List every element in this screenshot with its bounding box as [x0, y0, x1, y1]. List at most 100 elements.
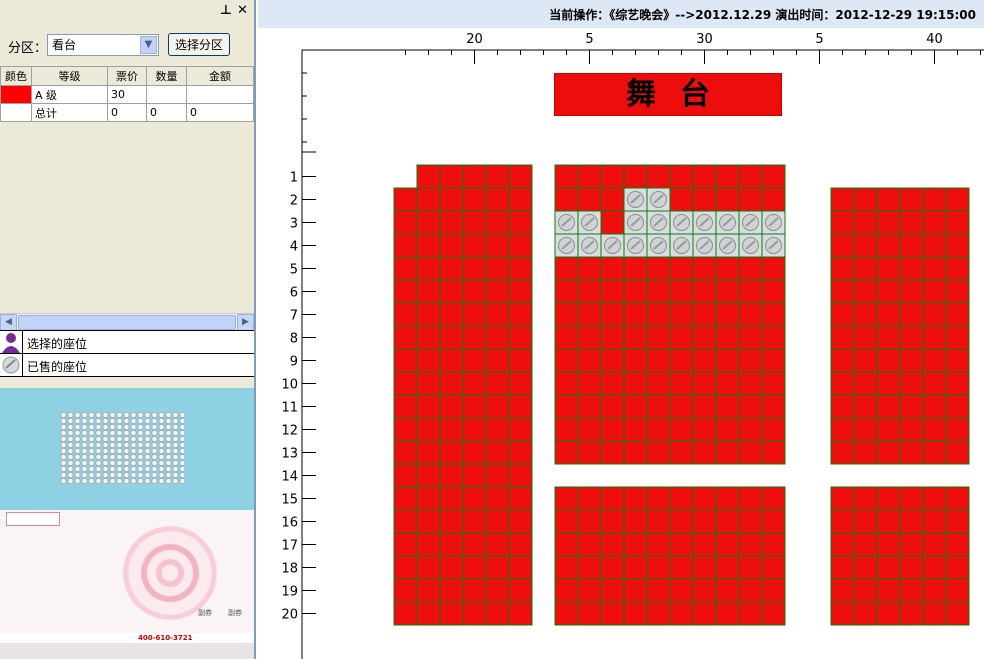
seat-available[interactable]	[508, 164, 533, 189]
seat-available[interactable]	[738, 509, 763, 534]
seat-available[interactable]	[922, 256, 947, 281]
seat-available[interactable]	[462, 233, 487, 258]
seat-available[interactable]	[922, 187, 947, 212]
grid-header-level[interactable]: 等级	[31, 66, 108, 86]
seat-available[interactable]	[761, 256, 786, 281]
seat-available[interactable]	[715, 601, 740, 626]
seat-available[interactable]	[853, 325, 878, 350]
seat-available[interactable]	[692, 279, 717, 304]
seat-available[interactable]	[554, 532, 579, 557]
seat-available[interactable]	[922, 532, 947, 557]
seat-available[interactable]	[761, 601, 786, 626]
seat-available[interactable]	[876, 555, 901, 580]
seat-available[interactable]	[508, 509, 533, 534]
grid-header-color[interactable]: 颜色	[0, 66, 32, 86]
seat-available[interactable]	[922, 325, 947, 350]
seat-available[interactable]	[899, 371, 924, 396]
seat-available[interactable]	[922, 233, 947, 258]
seat-available[interactable]	[577, 371, 602, 396]
seat-available[interactable]	[577, 279, 602, 304]
seat-available[interactable]	[439, 463, 464, 488]
seat-available[interactable]	[508, 486, 533, 511]
seat-available[interactable]	[876, 256, 901, 281]
seat-available[interactable]	[692, 440, 717, 465]
seat-available[interactable]	[945, 187, 970, 212]
seat-available[interactable]	[876, 578, 901, 603]
seat-available[interactable]	[416, 463, 441, 488]
pin-icon[interactable]: ⊥	[220, 3, 232, 18]
seat-available[interactable]	[577, 532, 602, 557]
seat-available[interactable]	[830, 325, 855, 350]
seat-available[interactable]	[439, 509, 464, 534]
seat-available[interactable]	[393, 440, 418, 465]
table-row[interactable]: A 级 30	[0, 85, 254, 104]
seat-available[interactable]	[761, 279, 786, 304]
seat-available[interactable]	[577, 348, 602, 373]
seat-available[interactable]	[715, 578, 740, 603]
seat-available[interactable]	[945, 302, 970, 327]
seat-available[interactable]	[554, 348, 579, 373]
scrollbar-thumb[interactable]	[18, 315, 236, 330]
seat-available[interactable]	[623, 279, 648, 304]
seat-available[interactable]	[554, 302, 579, 327]
seat-available[interactable]	[623, 371, 648, 396]
seat-available[interactable]	[554, 509, 579, 534]
seat-available[interactable]	[462, 210, 487, 235]
ad-banner[interactable]: 副券 副券 400-610-3721	[0, 510, 254, 659]
seat-available[interactable]	[922, 394, 947, 419]
seat-available[interactable]	[600, 601, 625, 626]
seat-available[interactable]	[393, 371, 418, 396]
seat-available[interactable]	[623, 417, 648, 442]
seat-available[interactable]	[416, 164, 441, 189]
seat-available[interactable]	[508, 256, 533, 281]
seat-available[interactable]	[623, 486, 648, 511]
seat-available[interactable]	[646, 394, 671, 419]
seat-available[interactable]	[830, 486, 855, 511]
seat-available[interactable]	[669, 440, 694, 465]
seat-available[interactable]	[508, 578, 533, 603]
seat-available[interactable]	[416, 279, 441, 304]
seat-available[interactable]	[623, 532, 648, 557]
seat-available[interactable]	[646, 440, 671, 465]
seat-available[interactable]	[508, 555, 533, 580]
seat-available[interactable]	[899, 210, 924, 235]
seat-available[interactable]	[623, 256, 648, 281]
seat-available[interactable]	[439, 348, 464, 373]
seat-available[interactable]	[899, 417, 924, 442]
seat-available[interactable]	[646, 371, 671, 396]
seat-available[interactable]	[761, 440, 786, 465]
seat-available[interactable]	[830, 601, 855, 626]
seat-available[interactable]	[485, 325, 510, 350]
seat-available[interactable]	[485, 578, 510, 603]
seat-available[interactable]	[416, 417, 441, 442]
seat-available[interactable]	[715, 256, 740, 281]
seat-available[interactable]	[669, 348, 694, 373]
seat-available[interactable]	[669, 164, 694, 189]
seat-available[interactable]	[876, 348, 901, 373]
seat-available[interactable]	[899, 578, 924, 603]
seat-available[interactable]	[738, 578, 763, 603]
seat-available[interactable]	[945, 440, 970, 465]
seat-available[interactable]	[853, 486, 878, 511]
seat-available[interactable]	[830, 509, 855, 534]
seat-available[interactable]	[922, 578, 947, 603]
seat-available[interactable]	[922, 601, 947, 626]
seat-available[interactable]	[462, 555, 487, 580]
seat-available[interactable]	[876, 325, 901, 350]
seat-available[interactable]	[692, 187, 717, 212]
seat-available[interactable]	[922, 486, 947, 511]
seat-available[interactable]	[508, 417, 533, 442]
seat-available[interactable]	[554, 440, 579, 465]
seat-available[interactable]	[577, 601, 602, 626]
seat-available[interactable]	[485, 463, 510, 488]
seat-available[interactable]	[738, 601, 763, 626]
seat-available[interactable]	[853, 532, 878, 557]
seat-available[interactable]	[393, 555, 418, 580]
seat-available[interactable]	[393, 509, 418, 534]
seat-available[interactable]	[462, 486, 487, 511]
seat-available[interactable]	[715, 302, 740, 327]
seat-available[interactable]	[876, 302, 901, 327]
seat-available[interactable]	[899, 233, 924, 258]
seat-available[interactable]	[508, 187, 533, 212]
seat-available[interactable]	[669, 601, 694, 626]
